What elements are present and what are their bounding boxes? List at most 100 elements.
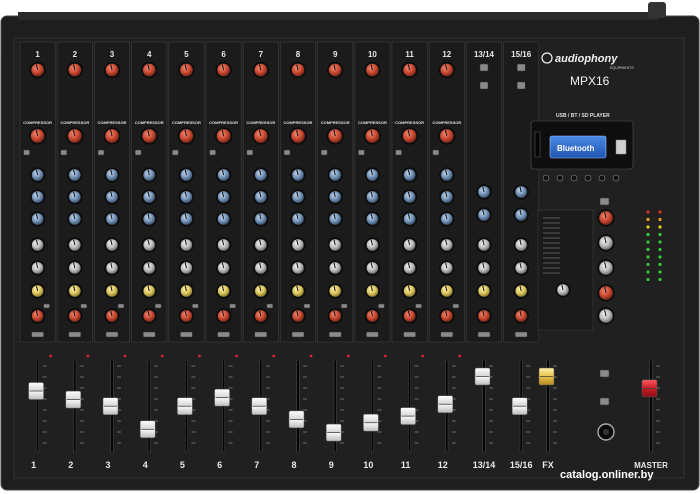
fx-send-knob[interactable] — [476, 283, 492, 299]
player-control-button[interactable] — [612, 174, 620, 182]
eq-low-knob[interactable] — [513, 207, 529, 223]
gain-knob[interactable] — [29, 61, 46, 79]
bal-knob[interactable] — [513, 308, 529, 324]
input-switch[interactable] — [516, 81, 526, 90]
compressor-knob[interactable] — [28, 127, 47, 145]
master-knob[interactable] — [597, 234, 615, 252]
mute-switch[interactable] — [452, 303, 460, 309]
pfl-button[interactable] — [180, 331, 193, 338]
master-knob[interactable] — [597, 209, 615, 227]
aux1-knob[interactable] — [290, 237, 306, 253]
playback-switch[interactable] — [599, 369, 610, 378]
pan-knob[interactable] — [402, 308, 418, 324]
compressor-knob[interactable] — [140, 127, 158, 145]
pfl-button[interactable] — [142, 331, 156, 338]
aux1-knob[interactable] — [513, 237, 529, 253]
compressor-knob[interactable] — [252, 127, 270, 145]
fx-send-knob[interactable] — [29, 283, 46, 299]
mute-switch[interactable] — [80, 303, 88, 309]
aux2-knob[interactable] — [104, 260, 120, 276]
pan-knob[interactable] — [67, 308, 83, 324]
gain-knob[interactable] — [401, 61, 418, 79]
aux2-knob[interactable] — [476, 260, 492, 276]
eq-mid-knob[interactable] — [216, 189, 232, 205]
aux1-knob[interactable] — [178, 237, 194, 253]
aux1-knob[interactable] — [402, 237, 418, 253]
aux2-knob[interactable] — [513, 260, 529, 276]
compressor-switch[interactable] — [432, 149, 440, 156]
eq-low-knob[interactable] — [29, 211, 46, 227]
aux1-knob[interactable] — [476, 237, 492, 253]
mute-switch[interactable] — [303, 303, 311, 309]
pan-knob[interactable] — [29, 308, 46, 324]
compressor-switch[interactable] — [358, 149, 365, 156]
sd-slot[interactable] — [534, 131, 541, 158]
compressor-switch[interactable] — [172, 149, 179, 156]
pfl-button[interactable] — [440, 331, 454, 338]
compressor-switch[interactable] — [395, 149, 402, 156]
gain-knob[interactable] — [141, 61, 158, 79]
power-knob[interactable] — [648, 2, 666, 18]
player-control-button[interactable] — [598, 174, 606, 182]
gain-knob[interactable] — [289, 61, 307, 79]
compressor-switch[interactable] — [23, 149, 30, 156]
pan-knob[interactable] — [439, 308, 455, 324]
player-control-button[interactable] — [570, 174, 578, 182]
mute-switch[interactable] — [229, 303, 236, 309]
compressor-knob[interactable] — [363, 127, 381, 145]
eq-high-knob[interactable] — [290, 167, 306, 183]
eq-low-knob[interactable] — [402, 211, 418, 227]
eq-high-knob[interactable] — [178, 167, 194, 183]
fx-send-knob[interactable] — [216, 283, 232, 299]
eq-low-knob[interactable] — [364, 211, 380, 227]
eq-mid-knob[interactable] — [253, 189, 269, 205]
eq-high-knob[interactable] — [67, 167, 83, 183]
pfl-button[interactable] — [31, 331, 44, 338]
fx-send-knob[interactable] — [141, 283, 157, 299]
compressor-knob[interactable] — [326, 127, 344, 145]
pfl-button[interactable] — [403, 331, 416, 338]
eq-high-knob[interactable] — [476, 184, 492, 200]
compressor-switch[interactable] — [209, 149, 216, 156]
aux1-knob[interactable] — [439, 237, 455, 253]
eq-mid-knob[interactable] — [327, 189, 343, 205]
eq-high-knob[interactable] — [364, 167, 380, 183]
eq-mid-knob[interactable] — [402, 189, 418, 205]
gain-knob[interactable] — [252, 61, 269, 79]
eq-mid-knob[interactable] — [29, 189, 46, 205]
eq-mid-knob[interactable] — [290, 189, 306, 205]
compressor-switch[interactable] — [134, 149, 142, 156]
eq-mid-knob[interactable] — [178, 189, 194, 205]
pfl-button[interactable] — [254, 331, 268, 338]
usb-port[interactable] — [615, 139, 627, 155]
aux2-knob[interactable] — [29, 260, 46, 276]
aux1-knob[interactable] — [216, 237, 232, 253]
pan-knob[interactable] — [178, 308, 194, 324]
gain-knob[interactable] — [178, 61, 195, 79]
eq-high-knob[interactable] — [439, 167, 455, 183]
aux2-knob[interactable] — [178, 260, 194, 276]
aux2-knob[interactable] — [402, 260, 418, 276]
pfl-button[interactable] — [291, 331, 305, 338]
aux1-knob[interactable] — [253, 237, 269, 253]
eq-low-knob[interactable] — [476, 207, 492, 223]
mute-switch[interactable] — [43, 303, 50, 309]
compressor-switch[interactable] — [97, 149, 105, 156]
eq-high-knob[interactable] — [253, 167, 269, 183]
fx-send-knob[interactable] — [253, 283, 269, 299]
eq-low-knob[interactable] — [141, 211, 157, 227]
aux2-knob[interactable] — [364, 260, 380, 276]
aux2-knob[interactable] — [327, 260, 343, 276]
eq-high-knob[interactable] — [104, 167, 120, 183]
eq-low-knob[interactable] — [178, 211, 194, 227]
fx-send-knob[interactable] — [290, 283, 306, 299]
compressor-knob[interactable] — [103, 127, 121, 145]
eq-low-knob[interactable] — [327, 211, 343, 227]
master-knob[interactable] — [597, 307, 615, 325]
aux2-knob[interactable] — [141, 260, 157, 276]
fx-send-knob[interactable] — [327, 283, 343, 299]
pan-knob[interactable] — [327, 308, 343, 324]
fx-send-knob[interactable] — [67, 283, 83, 299]
fx-send-knob[interactable] — [104, 283, 120, 299]
pan-knob[interactable] — [253, 308, 269, 324]
